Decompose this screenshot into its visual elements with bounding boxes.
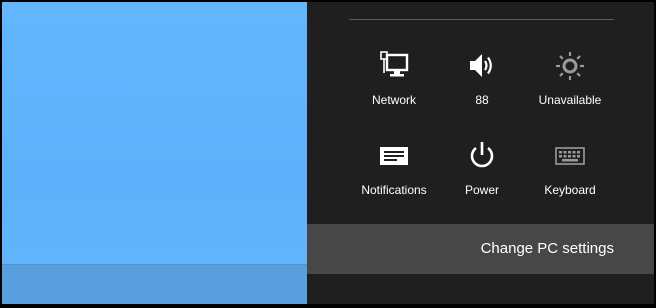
power-tile[interactable]: Power xyxy=(437,139,527,197)
taskbar[interactable] xyxy=(2,264,307,304)
screen: Network 88 Unavailable Notifications Pow… xyxy=(2,2,654,304)
keyboard-tile[interactable]: Keyboard xyxy=(525,139,615,197)
divider xyxy=(349,19,614,20)
volume-icon xyxy=(437,49,527,83)
brightness-tile[interactable]: Unavailable xyxy=(525,49,615,107)
desktop-background[interactable] xyxy=(2,2,307,304)
volume-tile[interactable]: 88 xyxy=(437,49,527,107)
network-icon xyxy=(349,49,439,83)
change-pc-settings-label: Change PC settings xyxy=(480,240,614,257)
brightness-label: Unavailable xyxy=(538,93,602,107)
change-pc-settings-button[interactable]: Change PC settings xyxy=(307,224,654,274)
keyboard-icon xyxy=(525,139,615,173)
settings-charm-panel: Network 88 Unavailable Notifications Pow… xyxy=(307,2,654,304)
power-icon xyxy=(437,139,527,173)
network-label: Network xyxy=(371,93,416,107)
notifications-tile[interactable]: Notifications xyxy=(349,139,439,197)
volume-label: 88 xyxy=(475,93,489,107)
brightness-icon xyxy=(525,49,615,83)
power-label: Power xyxy=(464,183,499,197)
network-tile[interactable]: Network xyxy=(349,49,439,107)
keyboard-label: Keyboard xyxy=(544,183,596,197)
notifications-icon xyxy=(349,139,439,173)
notifications-label: Notifications xyxy=(361,183,427,197)
